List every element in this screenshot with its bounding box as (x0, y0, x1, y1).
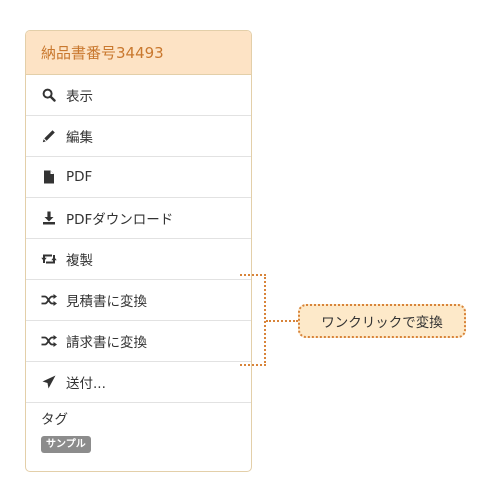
menu-item-label: PDF (66, 169, 93, 185)
menu-item-send[interactable]: 送付... (26, 362, 251, 403)
menu-item-pdf[interactable]: PDF (26, 157, 251, 198)
shuffle-icon (41, 333, 57, 349)
menu-item-convert-to-invoice[interactable]: 請求書に変換 (26, 321, 251, 362)
download-icon (41, 210, 57, 226)
menu-item-label: 編集 (66, 130, 93, 146)
tag-section: タグ サンプル (26, 403, 251, 453)
menu-item-label: 請求書に変換 (66, 335, 147, 351)
retweet-icon (41, 251, 57, 267)
menu-item-edit[interactable]: 編集 (26, 116, 251, 157)
menu-item-view[interactable]: 表示 (26, 75, 251, 116)
menu-item-label: PDFダウンロード (66, 212, 174, 228)
menu-item-convert-to-quote[interactable]: 見積書に変換 (26, 280, 251, 321)
file-icon (41, 169, 57, 185)
delivery-note-actions-panel: 納品書番号34493 表示 編集 PDF PDFダウンロード 複製 見積書に変換… (25, 30, 252, 472)
menu-item-label: 送付... (66, 376, 106, 392)
menu-item-duplicate[interactable]: 複製 (26, 239, 251, 280)
search-icon (41, 87, 57, 103)
menu-item-label: 表示 (66, 89, 93, 105)
convert-items-bracket (240, 274, 266, 366)
shuffle-icon (41, 292, 57, 308)
one-click-convert-callout: ワンクリックで変換 (298, 304, 466, 338)
menu-item-pdf-download[interactable]: PDFダウンロード (26, 198, 251, 239)
send-icon (41, 374, 57, 390)
tag-badge[interactable]: サンプル (41, 436, 91, 453)
menu-item-label: 見積書に変換 (66, 294, 147, 310)
pencil-icon (41, 128, 57, 144)
tag-heading: タグ (41, 412, 68, 428)
menu-item-label: 複製 (66, 253, 93, 269)
panel-title: 納品書番号34493 (26, 31, 251, 75)
callout-connector (266, 320, 298, 322)
